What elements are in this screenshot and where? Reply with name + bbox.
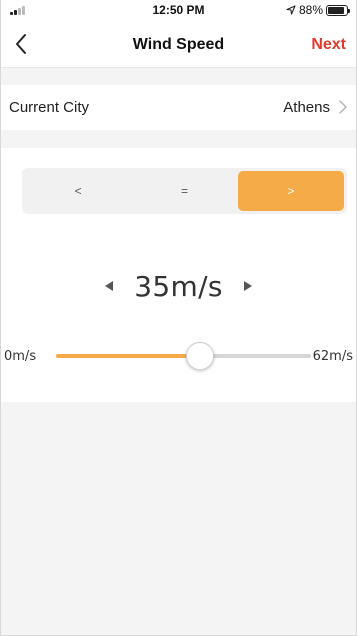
nav-bar: Wind Speed Next [1, 20, 356, 68]
increase-button[interactable] [241, 279, 255, 293]
wind-speed-panel: < = > 35m/s 0m/s 62m/s [1, 148, 356, 402]
battery-icon [326, 4, 350, 16]
wind-speed-slider[interactable] [56, 342, 311, 370]
battery-percent: 88% [298, 3, 323, 17]
current-city-label: Current City [9, 99, 90, 116]
slider-thumb[interactable] [186, 342, 214, 370]
chevron-right-icon [339, 100, 347, 114]
wind-value-stepper: 35m/s [1, 268, 356, 304]
slider-max-label: 62m/s [312, 349, 353, 364]
next-button[interactable]: Next [311, 36, 346, 54]
battery-indicator: 88% [286, 3, 350, 17]
triangle-right-icon [243, 281, 252, 291]
equal-option[interactable]: = [131, 171, 237, 211]
wind-speed-value: 35m/s [134, 269, 223, 303]
wind-speed-slider-row: 0m/s 62m/s [1, 342, 356, 370]
status-bar: 12:50 PM 88% [1, 0, 356, 20]
slider-min-label: 0m/s [4, 349, 37, 364]
location-arrow-icon [286, 5, 296, 15]
app-screen: 12:50 PM 88% Wind Speed Next Current Cit… [0, 0, 357, 636]
greater-than-option[interactable]: > [237, 171, 344, 211]
slider-fill [56, 354, 200, 358]
current-city-row[interactable]: Current City Athens [1, 85, 356, 130]
comparison-segmented-control: < = > [22, 168, 347, 214]
decrease-button[interactable] [102, 279, 116, 293]
less-than-option[interactable]: < [25, 171, 131, 211]
triangle-left-icon [105, 281, 114, 291]
page-title: Wind Speed [132, 36, 225, 53]
current-city-value: Athens [283, 99, 330, 116]
